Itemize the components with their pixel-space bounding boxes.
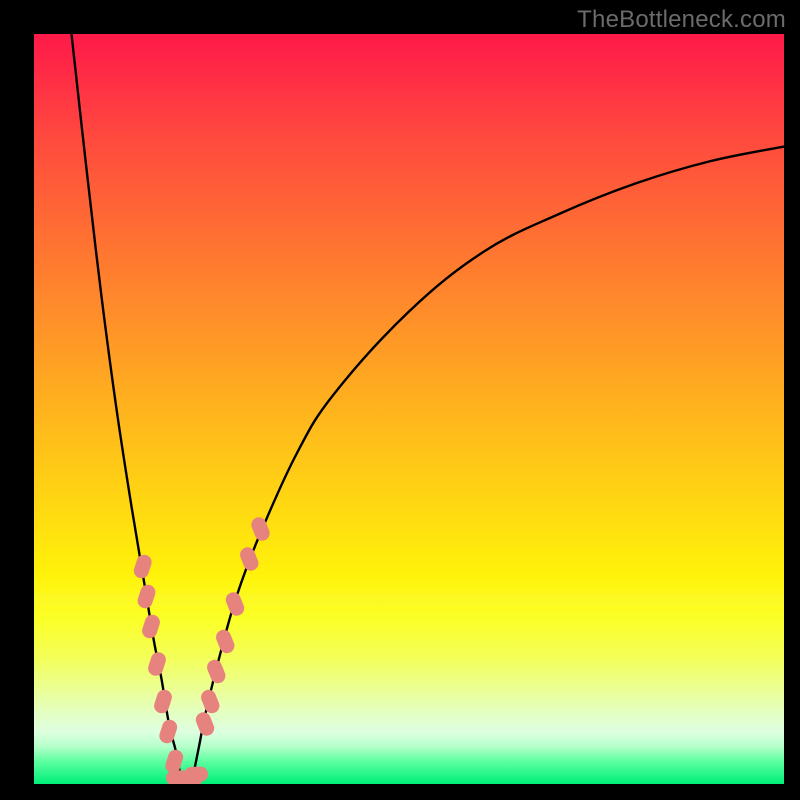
data-marker: [184, 766, 209, 782]
data-marker: [199, 688, 222, 716]
bottleneck-curve: [34, 34, 784, 784]
data-marker: [238, 545, 261, 573]
plot-area: [34, 34, 784, 784]
data-marker: [205, 658, 228, 686]
data-marker: [146, 650, 168, 677]
data-marker: [157, 718, 179, 745]
data-marker: [140, 613, 162, 640]
chart-frame: TheBottleneck.com: [0, 0, 800, 800]
data-marker: [152, 688, 174, 715]
curve-bottleneck-right: [192, 147, 785, 785]
data-marker: [224, 590, 247, 618]
data-marker: [249, 515, 272, 543]
curve-bottleneck-left: [72, 34, 182, 784]
data-marker: [194, 710, 217, 738]
watermark-text: TheBottleneck.com: [577, 6, 786, 34]
data-marker: [214, 628, 237, 656]
data-marker: [132, 553, 154, 580]
data-marker: [136, 583, 158, 610]
